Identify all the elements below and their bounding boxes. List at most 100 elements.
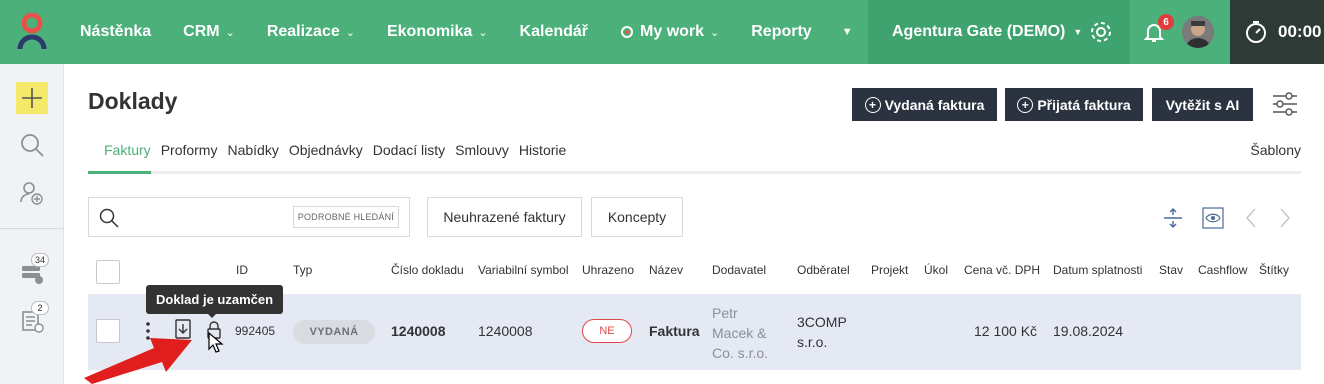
- column-header-variabilni-symbol[interactable]: Variabilní symbol: [478, 263, 568, 277]
- tooltip-arrow: [207, 313, 217, 318]
- app-logo[interactable]: [0, 0, 64, 64]
- button-label: Vydaná faktura: [884, 96, 985, 113]
- page-title: Doklady: [88, 88, 178, 114]
- variable-symbol: 1240008: [478, 323, 533, 339]
- tab-nabidky[interactable]: Nabídky: [227, 140, 288, 174]
- supplier-cell: Petr Macek & Co. s.r.o.: [712, 303, 768, 363]
- column-header-stitky[interactable]: Štítky: [1259, 263, 1289, 277]
- tab-proformy[interactable]: Proformy: [161, 140, 228, 174]
- nav-crm[interactable]: CRM ⌄: [167, 0, 251, 64]
- company-switcher[interactable]: Agentura Gate (DEMO) ▼: [868, 0, 1130, 64]
- tab-dodaci-listy[interactable]: Dodací listy: [373, 140, 455, 174]
- paid-status-badge[interactable]: NE: [582, 319, 632, 343]
- nav-label: My work: [640, 23, 705, 40]
- stopwatch-icon: [1246, 21, 1266, 43]
- customer-line: 3COMP: [797, 314, 847, 330]
- add-new-button[interactable]: [16, 82, 48, 114]
- supplier-line: Petr: [712, 305, 738, 321]
- column-header-odberatel[interactable]: Odběratel: [797, 263, 850, 277]
- nav-nastenka[interactable]: Nástěnka: [64, 0, 167, 64]
- button-label: Vytěžit s AI: [1165, 96, 1240, 113]
- left-sidebar: 34 2: [0, 64, 64, 384]
- tab-objednavky[interactable]: Objednávky: [289, 140, 373, 174]
- nav-reporty[interactable]: Reporty: [735, 0, 827, 64]
- tab-historie[interactable]: Historie: [519, 140, 576, 174]
- search-icon: [99, 208, 119, 228]
- price-with-vat: 12 100 Kč: [974, 323, 1038, 339]
- nav-kalendar[interactable]: Kalendář: [504, 0, 604, 64]
- plus-circle-icon: +: [864, 96, 881, 113]
- new-received-invoice-button[interactable]: + Přijatá faktura: [1005, 88, 1143, 121]
- plus-icon: [22, 88, 42, 108]
- company-name: Agentura Gate (DEMO): [892, 23, 1066, 40]
- chevron-down-icon: ⌄: [710, 26, 720, 39]
- column-header-cena[interactable]: Cena vč. DPH: [964, 263, 1040, 277]
- time-tracker-button[interactable]: 00:00: [1230, 0, 1324, 64]
- column-header-datum-splatnosti[interactable]: Datum splatnosti: [1053, 263, 1142, 277]
- column-settings-icon[interactable]: [1272, 92, 1298, 116]
- red-arrow-annotation: [84, 338, 192, 384]
- search-box[interactable]: PODROBNÉ HLEDÁNÍ: [88, 197, 410, 237]
- tab-smlouvy[interactable]: Smlouvy: [455, 140, 519, 174]
- row-height-icon[interactable]: [1162, 207, 1184, 229]
- nav-realizace[interactable]: Realizace ⌄: [251, 0, 371, 64]
- locked-tooltip: Doklad je uzamčen: [146, 285, 284, 314]
- search-icon[interactable]: [19, 132, 45, 158]
- column-header-cashflow[interactable]: Cashflow: [1198, 263, 1247, 277]
- customer-line: s.r.o.: [797, 334, 828, 350]
- column-header-projekt[interactable]: Projekt: [871, 263, 908, 277]
- chevron-left-icon[interactable]: [1244, 207, 1258, 229]
- column-header-ukol[interactable]: Úkol: [924, 263, 948, 277]
- add-contact-icon[interactable]: [19, 180, 45, 206]
- queue-count-badge: 34: [31, 253, 49, 267]
- templates-link[interactable]: Šablony: [1250, 142, 1301, 158]
- chevron-down-icon: ⌄: [225, 26, 235, 39]
- drafts-filter[interactable]: Koncepty: [591, 197, 683, 237]
- notification-badge: 6: [1158, 14, 1174, 30]
- button-label: Přijatá faktura: [1037, 96, 1131, 113]
- advanced-search-button[interactable]: PODROBNÉ HLEDÁNÍ: [292, 206, 399, 228]
- column-header-uhrazeno[interactable]: Uhrazeno: [582, 263, 634, 277]
- nav-ekonomika[interactable]: Ekonomika ⌄: [371, 0, 504, 64]
- extract-with-ai-button[interactable]: Vytěžit s AI: [1152, 88, 1253, 121]
- chevron-down-icon: ⌄: [478, 26, 488, 39]
- timer-value: 00:00: [1278, 22, 1322, 41]
- row-id: 992405: [235, 324, 276, 338]
- customer-cell[interactable]: 3COMP s.r.o.: [797, 312, 847, 352]
- new-issued-invoice-button[interactable]: + Vydaná faktura: [852, 88, 997, 121]
- document-number[interactable]: 1240008: [391, 323, 446, 339]
- more-menu-caret-icon[interactable]: ▼: [828, 26, 867, 38]
- column-header-nazev[interactable]: Název: [649, 263, 683, 277]
- supplier-line: Co. s.r.o.: [712, 345, 769, 361]
- notifications-area: 6: [1130, 0, 1230, 64]
- main-content: Doklady + Vydaná faktura + Přijatá faktu…: [64, 64, 1324, 384]
- document-name[interactable]: Faktura: [649, 323, 700, 339]
- column-header-cislo-dokladu[interactable]: Číslo dokladu: [391, 263, 464, 277]
- eye-visibility-icon[interactable]: [1202, 207, 1224, 229]
- type-badge: VYDANÁ: [293, 320, 375, 344]
- unpaid-invoices-filter[interactable]: Neuhrazené faktury: [427, 197, 582, 237]
- column-header-typ[interactable]: Typ: [293, 263, 312, 277]
- mouse-pointer-icon: [208, 332, 224, 353]
- sidebar-divider: [0, 228, 64, 229]
- plus-circle-icon: +: [1017, 96, 1034, 113]
- gear-icon[interactable]: [1088, 19, 1114, 45]
- nav-my-work[interactable]: My work ⌄: [604, 0, 735, 64]
- select-all-checkbox[interactable]: [96, 260, 120, 284]
- clock-icon: [621, 26, 634, 38]
- tab-faktury[interactable]: Faktury: [88, 140, 151, 174]
- nav-label: Nástěnka: [80, 23, 152, 40]
- document-count-badge: 2: [31, 301, 49, 315]
- chevron-down-icon: ⌄: [345, 26, 355, 39]
- supplier-line: Macek &: [712, 325, 767, 341]
- nav-label: Ekonomika: [386, 23, 473, 40]
- avatar[interactable]: [1182, 16, 1214, 48]
- column-header-id[interactable]: ID: [236, 263, 248, 277]
- chevron-right-icon[interactable]: [1278, 207, 1292, 229]
- column-header-dodavatel[interactable]: Dodavatel: [712, 263, 766, 277]
- column-header-stav[interactable]: Stav: [1159, 263, 1183, 277]
- due-date: 19.08.2024: [1053, 323, 1124, 339]
- top-navigation-bar: Nástěnka CRM ⌄ Realizace ⌄ Ekonomika ⌄ Kale…: [0, 0, 1324, 64]
- caret-down-icon: ▼: [1073, 27, 1083, 37]
- nav-label: Reporty: [751, 23, 812, 40]
